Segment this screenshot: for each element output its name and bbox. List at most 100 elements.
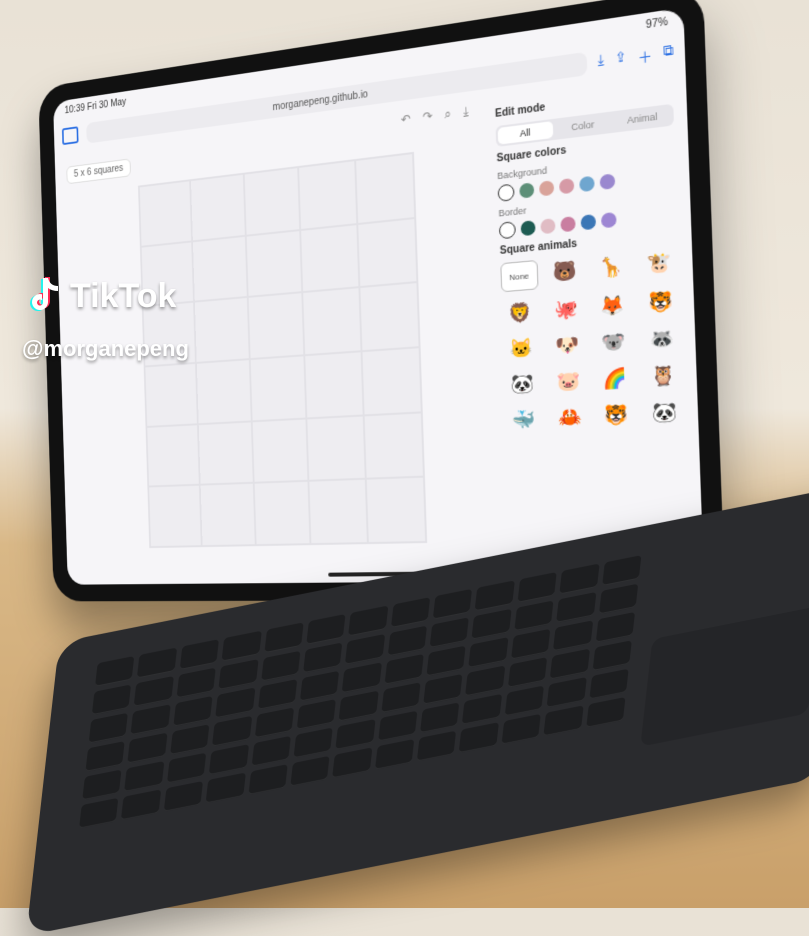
color-swatch[interactable] (560, 216, 575, 232)
undo-icon[interactable]: ↶ (401, 112, 411, 128)
grid-square[interactable] (149, 486, 201, 546)
keyboard-key[interactable] (426, 646, 466, 677)
no-color-swatch[interactable] (499, 221, 516, 239)
color-swatch[interactable] (521, 220, 536, 236)
edit-mode-option[interactable]: All (498, 121, 553, 145)
keyboard-key[interactable] (336, 719, 376, 750)
keyboard-key[interactable] (206, 773, 246, 804)
keyboard-key[interactable] (342, 662, 382, 693)
keyboard-key[interactable] (339, 691, 379, 722)
keyboard-key[interactable] (553, 620, 593, 651)
keyboard-key[interactable] (378, 711, 418, 742)
animal-option[interactable]: 🐱 (503, 333, 541, 363)
grid-square[interactable] (250, 356, 305, 420)
keyboard-key[interactable] (599, 584, 639, 615)
color-swatch[interactable] (540, 218, 555, 234)
keyboard-key[interactable] (433, 589, 473, 620)
keyboard-key[interactable] (85, 741, 125, 772)
animal-none-button[interactable]: None (500, 260, 538, 292)
grid-square[interactable] (301, 225, 358, 292)
keyboard-key[interactable] (387, 626, 427, 657)
grid-square[interactable] (358, 219, 416, 287)
keyboard-key[interactable] (293, 727, 333, 758)
grid-square[interactable] (362, 348, 421, 414)
keyboard-key[interactable] (459, 722, 499, 753)
keyboard-key[interactable] (381, 682, 421, 713)
grid-square[interactable] (360, 283, 419, 350)
grid-square[interactable] (140, 181, 192, 245)
trackpad[interactable] (640, 606, 809, 747)
download-icon[interactable]: ⤓ (463, 104, 469, 120)
keyboard-key[interactable] (384, 654, 424, 685)
keyboard-key[interactable] (303, 642, 343, 673)
grid-square[interactable] (147, 425, 199, 486)
keyboard-key[interactable] (137, 648, 177, 679)
keyboard-key[interactable] (517, 572, 557, 603)
animal-option[interactable]: 🐯 (597, 400, 637, 430)
keyboard-key[interactable] (254, 707, 294, 738)
color-swatch[interactable] (601, 212, 617, 228)
animal-option[interactable]: 🦉 (643, 360, 684, 391)
grid-square[interactable] (305, 352, 362, 417)
edit-mode-option[interactable]: Color (554, 114, 611, 138)
search-icon[interactable]: ⌕ (444, 106, 451, 122)
keyboard-key[interactable] (261, 651, 301, 682)
keyboard-key[interactable] (79, 798, 119, 829)
grid-square[interactable] (299, 161, 356, 228)
keyboard-key[interactable] (560, 564, 600, 595)
grid-square[interactable] (366, 478, 425, 542)
keyboard-key[interactable] (121, 789, 161, 820)
grid-square[interactable] (191, 175, 244, 240)
color-swatch[interactable] (539, 180, 554, 196)
color-swatch[interactable] (559, 178, 574, 194)
keyboard-key[interactable] (505, 685, 545, 716)
grid-square[interactable] (303, 289, 360, 355)
keyboard-key[interactable] (95, 656, 135, 687)
grid-size-select[interactable]: 5 x 6 squares (66, 158, 131, 184)
keyboard-key[interactable] (128, 733, 168, 764)
keyboard-key[interactable] (297, 699, 337, 730)
grid-square[interactable] (193, 237, 246, 301)
keyboard-key[interactable] (375, 739, 415, 770)
keyboard-key[interactable] (179, 639, 219, 670)
grid-square[interactable] (244, 168, 299, 234)
keyboard-key[interactable] (430, 617, 470, 648)
grid-square[interactable] (199, 422, 253, 484)
grid-square[interactable] (197, 360, 250, 423)
keyboard-key[interactable] (462, 694, 502, 725)
color-swatch[interactable] (581, 214, 597, 230)
keyboard-key[interactable] (417, 731, 457, 762)
keyboard-key[interactable] (511, 629, 551, 660)
keyboard-key[interactable] (348, 606, 388, 637)
keyboard-key[interactable] (212, 716, 252, 747)
grid-square[interactable] (356, 154, 414, 223)
keyboard-key[interactable] (222, 631, 262, 662)
download-icon[interactable]: ⤓ (597, 51, 604, 72)
edit-mode-option[interactable]: Animal (613, 106, 672, 130)
grid-square[interactable] (195, 298, 248, 362)
grid-square[interactable] (307, 416, 364, 480)
animal-option[interactable]: 🌈 (596, 363, 636, 393)
animal-option[interactable]: 🦀 (550, 402, 589, 431)
add-tab-icon[interactable]: ＋ (637, 44, 652, 66)
redo-icon[interactable]: ↷ (422, 109, 432, 126)
keyboard-key[interactable] (602, 555, 642, 586)
keyboard-key[interactable] (508, 657, 548, 688)
grid-square[interactable] (201, 484, 255, 545)
animal-option[interactable]: 🦊 (593, 290, 633, 321)
grid-square[interactable] (246, 231, 301, 296)
keyboard-key[interactable] (173, 696, 213, 727)
keyboard-key[interactable] (209, 744, 249, 775)
animal-option[interactable]: 🐯 (640, 286, 681, 317)
keyboard-key[interactable] (469, 637, 509, 668)
keyboard-key[interactable] (134, 676, 174, 707)
grid-square[interactable] (254, 482, 309, 544)
keyboard-key[interactable] (300, 671, 340, 702)
color-swatch[interactable] (600, 173, 616, 190)
animal-option[interactable]: 🐨 (594, 327, 634, 357)
animal-option[interactable]: 🦒 (592, 251, 632, 282)
no-color-swatch[interactable] (498, 184, 515, 202)
keyboard-key[interactable] (544, 705, 584, 736)
keyboard-key[interactable] (592, 640, 632, 671)
color-swatch[interactable] (579, 176, 595, 193)
